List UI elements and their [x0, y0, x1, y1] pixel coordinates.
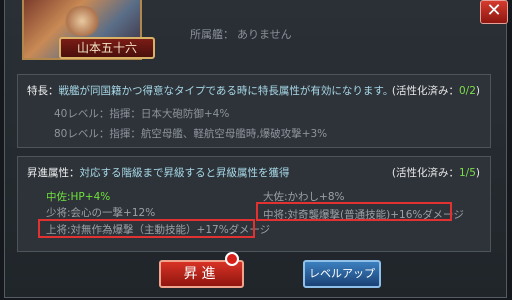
- promotion-label: 昇進属性：: [27, 167, 80, 179]
- promotion-status-close: ): [475, 167, 480, 179]
- close-icon: ✕: [486, 0, 502, 21]
- promotion-status: (活性化済み：1/5): [392, 165, 480, 180]
- promotion-header: 昇進属性：対応する階級まで昇級すると昇級属性を獲得: [27, 165, 290, 180]
- promotion-attribute: 少将:会心の一撃+12%: [46, 207, 156, 219]
- trait-header: 特長：戦艦が同国籍かつ得意なタイプである時に特長属性が有効になります。: [27, 83, 393, 98]
- promotion-status-value: 1/5: [458, 167, 476, 179]
- general-portrait: 山本五十六: [22, 0, 155, 60]
- promotion-status-label: (活性化済み：: [391, 167, 459, 179]
- affiliation-value: ありません: [237, 28, 292, 41]
- trait-line: 40レベル：指揮：日本大砲防御+4%: [54, 108, 230, 120]
- trait-description: 戦艦が同国籍かつ得意なタイプである時に特長属性が有効になります。: [58, 85, 394, 97]
- trait-status-value: 0/2: [458, 85, 476, 97]
- affiliation-label: 所属艦：: [190, 28, 234, 41]
- close-button[interactable]: ✕: [480, 0, 508, 24]
- trait-status-label: (活性化済み：: [391, 85, 459, 97]
- level-up-button[interactable]: レベルアップ: [303, 260, 381, 288]
- promotion-description: 対応する階級まで昇級すると昇級属性を獲得: [79, 167, 290, 179]
- notification-badge: [225, 252, 239, 266]
- trait-status: (活性化済み：0/2): [392, 83, 480, 98]
- trait-line: 80レベル：指揮：航空母艦、軽航空母艦時,爆破攻撃+3%: [54, 128, 328, 140]
- general-name-plate: 山本五十六: [59, 37, 155, 59]
- trait-label: 特長：: [27, 85, 59, 97]
- trait-panel: 特長：戦艦が同国籍かつ得意なタイプである時に特長属性が有効になります。 (活性化…: [17, 74, 491, 148]
- trait-status-close: ): [475, 85, 480, 97]
- highlight-box: [38, 219, 255, 238]
- promotion-panel: 昇進属性：対応する階級まで昇級すると昇級属性を獲得 (活性化済み：1/5) 中佐…: [17, 156, 491, 252]
- highlight-box: [256, 202, 452, 221]
- promotion-attribute: 中佐:HP+4%: [46, 191, 111, 203]
